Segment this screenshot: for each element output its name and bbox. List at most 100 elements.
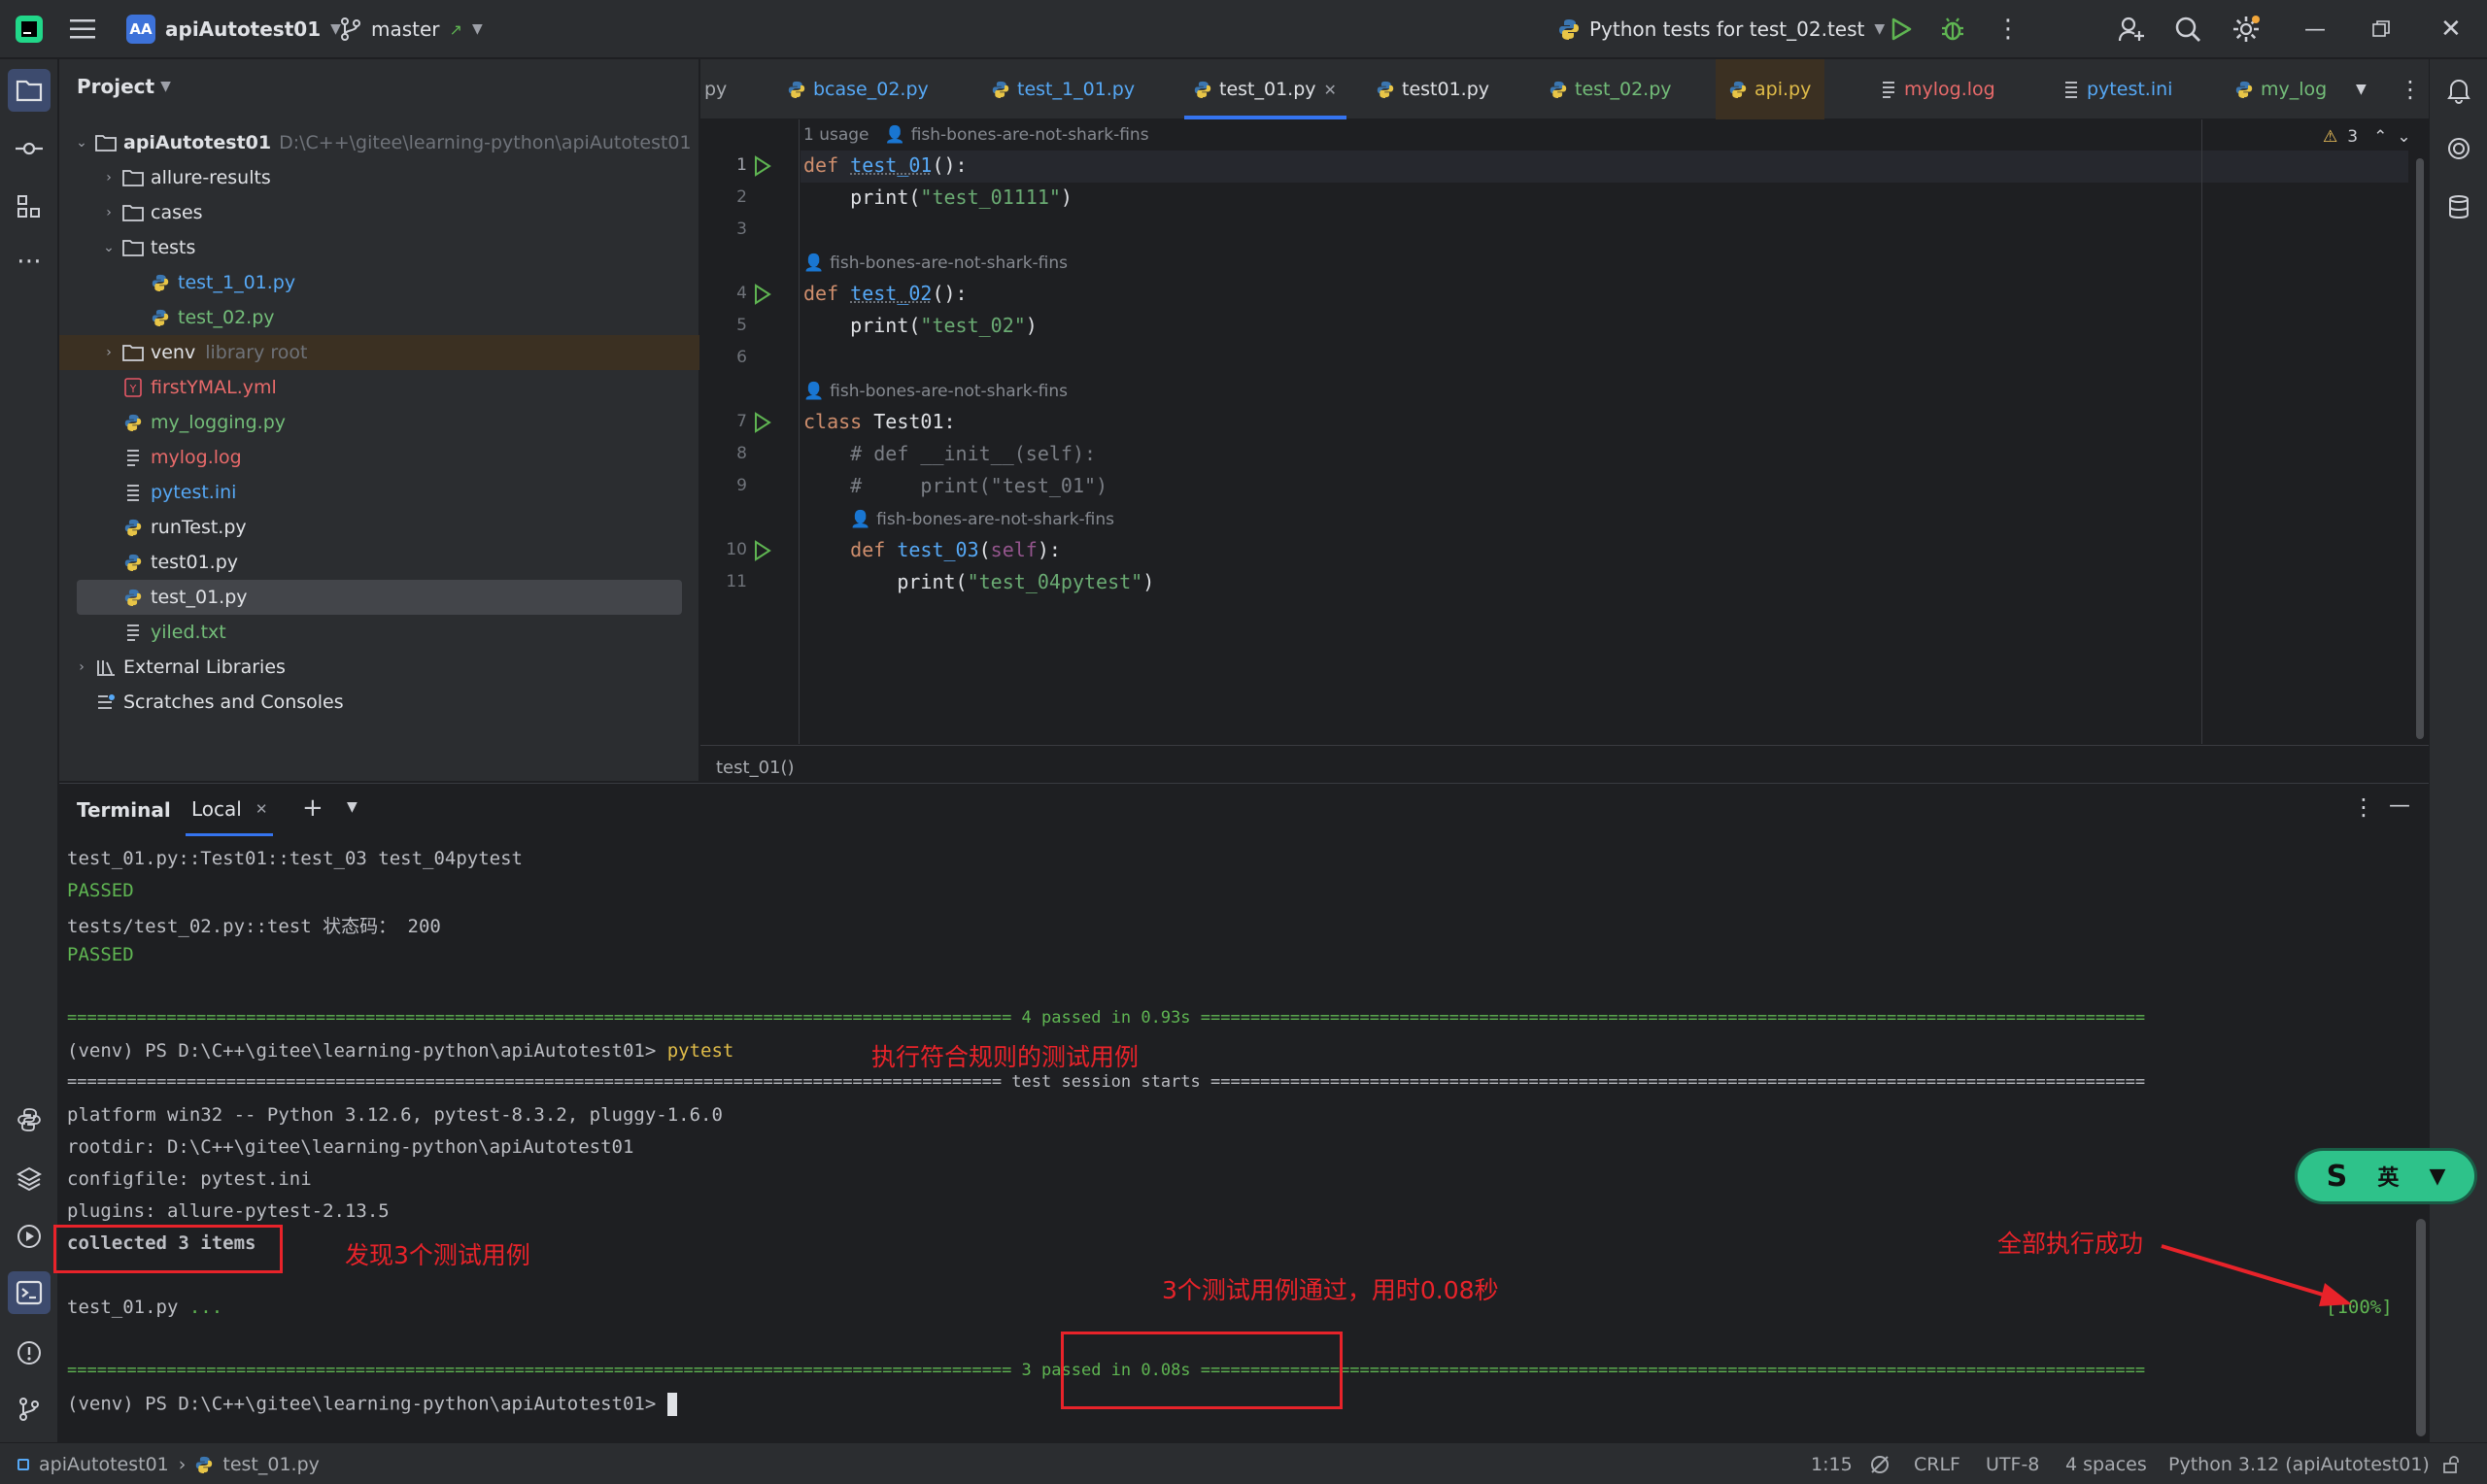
tree-item-allure-results[interactable]: › allure-results — [59, 160, 699, 195]
terminal-tab-local[interactable]: Local ✕ — [186, 784, 274, 836]
editor-breadcrumb[interactable]: test_01() — [700, 745, 2429, 783]
new-terminal-icon[interactable]: + — [302, 793, 324, 823]
tab-more-icon[interactable]: ⋮ — [2399, 59, 2422, 119]
tree-item-test-01-selected[interactable]: test_01.py — [77, 580, 682, 615]
tab-api[interactable]: api.py — [1716, 59, 1825, 119]
hide-panel-icon[interactable]: — — [2389, 793, 2410, 818]
project-panel-header[interactable]: Project ▼ — [77, 75, 171, 98]
inspection-widget[interactable]: ⚠ 3 ⌃ ⌄ — [2323, 127, 2411, 147]
tree-item-runtest[interactable]: runTest.py — [59, 510, 699, 545]
problems-tool-button[interactable] — [8, 1332, 51, 1374]
search-icon[interactable] — [2174, 0, 2201, 58]
tree-item-scratches[interactable]: Scratches and Consoles — [59, 685, 699, 720]
tree-item-yiled[interactable]: yiled.txt — [59, 615, 699, 650]
ai-assistant-tool-button[interactable] — [2437, 127, 2480, 170]
tab-pytest-ini[interactable]: pytest.ini — [2063, 59, 2172, 119]
tree-root[interactable]: ⌄ apiAutotest01 D:\C++\gitee\learning-py… — [59, 125, 699, 160]
tree-item-mylog[interactable]: mylog.log — [59, 440, 699, 475]
terminal-scrollbar[interactable] — [2416, 1219, 2426, 1436]
python-file-icon — [992, 81, 1009, 98]
more-tools-icon[interactable]: ⋯ — [8, 240, 51, 283]
branch-switcher[interactable]: master ↗ ▼ — [340, 0, 483, 58]
tab-bcase-02[interactable]: bcase_02.py — [788, 59, 929, 119]
run-tool-button[interactable] — [8, 1215, 51, 1258]
tab-mylog[interactable]: mylog.log — [1881, 59, 1995, 119]
run-test-gutter-icon[interactable] — [753, 284, 772, 305]
tab-test01[interactable]: test01.py — [1377, 59, 1489, 119]
debug-button[interactable] — [1940, 0, 1965, 58]
status-breadcrumb[interactable]: apiAutotest01 › test_01.py — [17, 1443, 320, 1484]
code-line-11[interactable]: print("test_04pytest") — [803, 570, 1154, 593]
file-encoding[interactable]: UTF-8 — [1986, 1443, 2039, 1484]
code-line-8[interactable]: # def __init__(self): — [803, 442, 1096, 465]
terminal-tool-button[interactable] — [8, 1271, 51, 1314]
project-tool-button[interactable] — [8, 69, 51, 112]
tree-item-my-logging[interactable]: my_logging.py — [59, 405, 699, 440]
no-ai-icon[interactable] — [1869, 1443, 1891, 1484]
editor-scrollbar[interactable] — [2416, 158, 2424, 739]
tree-item-test-02[interactable]: test_02.py — [59, 300, 699, 335]
tab-test-02[interactable]: test_02.py — [1550, 59, 1672, 119]
close-window-icon[interactable]: ✕ — [2440, 0, 2462, 58]
close-tab-icon[interactable]: ✕ — [256, 800, 268, 818]
tree-item-venv[interactable]: › venv library root — [59, 335, 699, 370]
database-tool-button[interactable] — [2437, 186, 2480, 228]
chevron-down-icon[interactable]: ⌄ — [2397, 127, 2410, 147]
tab-my-log[interactable]: my_log — [2235, 59, 2327, 119]
read-only-toggle-icon[interactable] — [2442, 1443, 2462, 1484]
run-test-gutter-icon[interactable] — [753, 540, 772, 561]
chevron-up-icon[interactable]: ⌃ — [2373, 127, 2387, 147]
main-menu-icon[interactable] — [70, 0, 97, 58]
author-hint[interactable]: 👤 fish-bones-are-not-shark-fins — [850, 510, 1114, 529]
code-line-4[interactable]: def test_02(): — [803, 282, 968, 305]
close-tab-icon[interactable]: ✕ — [1324, 81, 1337, 99]
usage-hint[interactable]: 1 usage 👤 fish-bones-are-not-shark-fins — [803, 125, 1149, 145]
restore-window-icon[interactable] — [2372, 0, 2390, 58]
run-test-gutter-icon[interactable] — [753, 155, 772, 177]
structure-tool-button[interactable] — [8, 186, 51, 228]
project-switcher[interactable]: AA apiAutotest01 ▼ — [126, 0, 341, 58]
terminal-current-prompt[interactable]: (venv) PS D:\C++\gitee\learning-python\a… — [67, 1393, 677, 1416]
notifications-tool-button[interactable] — [2437, 69, 2480, 112]
tree-item-pytest-ini[interactable]: pytest.ini — [59, 475, 699, 510]
vcs-tool-button[interactable] — [8, 1388, 51, 1431]
tree-item-test01[interactable]: test01.py — [59, 545, 699, 580]
run-test-gutter-icon[interactable] — [753, 412, 772, 433]
tabs-overflow-icon[interactable]: ▼ — [2356, 59, 2367, 119]
settings-gear-icon[interactable] — [2231, 0, 2261, 58]
caret-position[interactable]: 1:15 — [1811, 1443, 1853, 1484]
more-actions-icon[interactable]: ⋮ — [1995, 0, 2021, 58]
tree-item-external-libraries[interactable]: › External Libraries — [59, 650, 699, 685]
code-line-2[interactable]: print("test_01111") — [803, 186, 1073, 209]
run-button[interactable] — [1890, 0, 1913, 58]
tab-test-1-01[interactable]: test_1_01.py — [992, 59, 1135, 119]
tab-test-01[interactable]: test_01.py ✕ — [1184, 59, 1346, 119]
python-interpreter[interactable]: Python 3.12 (apiAutotest01) — [2168, 1443, 2430, 1484]
code-line-9[interactable]: # print("test_01") — [803, 474, 1107, 497]
tree-item-label: test_1_01.py — [178, 272, 296, 293]
minimize-window-icon[interactable]: — — [2304, 0, 2326, 58]
code-line-5[interactable]: print("test_02") — [803, 314, 1038, 337]
tab-label: bcase_02.py — [813, 79, 929, 100]
author-hint[interactable]: 👤 fish-bones-are-not-shark-fins — [803, 382, 1068, 401]
author-hint[interactable]: 👤 fish-bones-are-not-shark-fins — [803, 253, 1068, 273]
code-line-7[interactable]: class Test01: — [803, 410, 956, 433]
commit-tool-button[interactable] — [8, 127, 51, 170]
add-user-icon[interactable] — [2118, 0, 2145, 58]
tree-item-firstymal[interactable]: Y firstYMAL.yml — [59, 370, 699, 405]
run-config-selector[interactable]: Python tests for test_02.test ▼ — [1558, 0, 1885, 58]
terminal-dropdown-icon[interactable]: ▼ — [347, 799, 358, 815]
code-line-1[interactable]: def test_01(): — [803, 153, 968, 177]
python-console-button[interactable] — [8, 1098, 51, 1141]
terminal-options-icon[interactable]: ⋮ — [2352, 793, 2375, 821]
indent-setting[interactable]: 4 spaces — [2065, 1443, 2147, 1484]
tree-item-tests[interactable]: ⌄ tests — [59, 230, 699, 265]
tree-item-test-1-01[interactable]: test_1_01.py — [59, 265, 699, 300]
code-line-10[interactable]: def test_03(self): — [803, 538, 1061, 561]
tree-item-cases[interactable]: › cases — [59, 195, 699, 230]
layers-tool-button[interactable] — [8, 1157, 51, 1199]
app-logo-icon[interactable] — [14, 0, 45, 58]
tab-partial[interactable]: py — [704, 59, 727, 119]
line-ending[interactable]: CRLF — [1914, 1443, 1960, 1484]
ime-widget[interactable]: S 英 ▼ — [2298, 1151, 2474, 1201]
